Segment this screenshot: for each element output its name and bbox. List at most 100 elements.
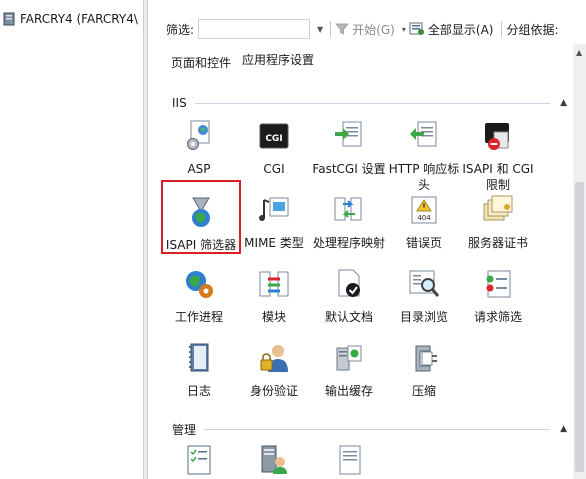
feature-isapi-filters-label: ISAPI 筛选器 (165, 238, 237, 252)
scroll-up-icon[interactable]: ▲ (576, 48, 582, 57)
fastcgi-icon (335, 121, 362, 147)
mime-icon (259, 197, 289, 221)
cgi-icon-text: CGI (265, 134, 282, 144)
feature-logging-label: 日志 (186, 384, 211, 398)
feature-page-controls-label: 页面和控件 (170, 56, 231, 70)
feature-fastcgi-label: FastCGI 设置 (312, 162, 386, 176)
show-all-icon (409, 22, 424, 35)
feature-app-settings-label: 应用程序设置 (241, 53, 314, 67)
group-divider (204, 428, 551, 430)
filter-dropdown-icon[interactable]: ▼ (317, 25, 323, 34)
features-pane: 筛选: ▼ 开始(G) ▾ 全部显示(A) 分组依据: 页面和控件 应用程序设置… (160, 0, 586, 479)
start-button[interactable]: 开始(G) (335, 21, 395, 38)
tree-node-server[interactable]: FARCRY4 (FARCRY4\ (2, 10, 142, 28)
toolbar-separator (501, 21, 503, 37)
features-view: 页面和控件 应用程序设置 IIS ▲ ASP CGI CGI FastCGI 设… (160, 44, 573, 479)
tree-node-server-label: FARCRY4 (FARCRY4\ (20, 12, 138, 26)
feature-output-cache[interactable]: 输出缓存 (311, 342, 387, 399)
server-icon (3, 12, 15, 26)
feature-server-certs[interactable]: 服务器证书 (460, 194, 536, 251)
feature-default-doc[interactable]: 默认文档 (311, 268, 387, 325)
start-dropdown-icon[interactable]: ▾ (402, 25, 406, 34)
feature-default-doc-label: 默认文档 (324, 310, 373, 324)
pane-splitter[interactable] (143, 0, 148, 479)
show-all-button[interactable]: 全部显示(A) (409, 21, 494, 38)
page-controls-icon (185, 44, 217, 48)
feature-compression[interactable]: 压缩 (386, 342, 462, 399)
group-by-label: 分组依据: (506, 22, 559, 37)
shared-configuration-icon (339, 445, 361, 475)
feature-error-pages-label: 错误页 (405, 236, 442, 250)
toolbar-separator (330, 21, 332, 37)
feature-modules-label: 模块 (261, 310, 286, 324)
compression-icon (415, 345, 437, 372)
feature-logging[interactable]: 日志 (161, 342, 237, 399)
authentication-icon (260, 345, 288, 372)
asp-icon (187, 120, 210, 150)
feature-fastcgi[interactable]: FastCGI 设置 (311, 120, 387, 177)
feature-app-settings[interactable]: 应用程序设置 (240, 44, 316, 68)
feature-asp-label: ASP (187, 162, 211, 176)
feature-asp[interactable]: ASP (161, 120, 237, 177)
group-title-management: 管理 (172, 422, 197, 437)
feature-isapi-filters[interactable]: ISAPI 筛选器 (161, 180, 241, 254)
worker-processes-icon (186, 271, 213, 298)
funnel-icon (335, 23, 350, 35)
feature-dir-browse-label: 目录浏览 (399, 310, 448, 324)
feature-shared-config[interactable] (311, 444, 387, 479)
feature-modules[interactable]: 模块 (236, 268, 312, 325)
directory-browsing-icon (409, 270, 440, 297)
feature-worker-processes-label: 工作进程 (174, 310, 223, 324)
scrollbar-thumb[interactable] (575, 182, 584, 472)
collapse-icon[interactable]: ▲ (560, 98, 567, 108)
feature-auth[interactable]: 身份验证 (236, 342, 312, 399)
certificate-icon (483, 195, 513, 221)
vertical-scrollbar[interactable]: ▲ (573, 44, 586, 479)
output-caching-icon (336, 345, 362, 371)
group-title-iis: IIS (172, 96, 187, 110)
start-button-label: 开始(G) (352, 22, 395, 37)
feature-mime[interactable]: MIME 类型 (236, 194, 312, 251)
feature-config-editor[interactable] (161, 444, 237, 479)
default-document-icon (338, 269, 360, 297)
feature-http-headers-label: HTTP 响应标头 (388, 162, 460, 192)
feature-cgi[interactable]: CGI CGI (236, 120, 312, 177)
feature-compression-label: 压缩 (411, 384, 436, 398)
filter-input[interactable] (198, 19, 311, 39)
error-pages-icon: 404 (411, 196, 437, 224)
show-all-label: 全部显示(A) (427, 22, 494, 37)
isapi-filters-icon (192, 197, 210, 227)
group-divider (194, 102, 551, 104)
error-code-text: 404 (417, 214, 431, 222)
feature-request-filter[interactable]: 请求筛选 (460, 268, 536, 325)
http-headers-icon (410, 121, 437, 147)
feature-handlers[interactable]: 处理程序映射 (311, 194, 387, 251)
feature-isapi-cgi[interactable]: ISAPI 和 CGI 限制 (460, 120, 536, 193)
modules-icon (259, 271, 289, 297)
group-header-iis[interactable]: IIS ▲ (172, 96, 567, 110)
configuration-editor-icon (187, 445, 211, 475)
feature-page-controls[interactable]: 页面和控件 (163, 44, 239, 71)
feature-feature-delegation[interactable] (236, 444, 312, 479)
feature-handlers-label: 处理程序映射 (312, 236, 385, 250)
request-filtering-icon (486, 270, 511, 298)
feature-worker-processes[interactable]: 工作进程 (161, 268, 237, 325)
handler-mappings-icon (334, 197, 362, 221)
isapi-cgi-icon (485, 123, 509, 150)
feature-output-cache-label: 输出缓存 (324, 384, 373, 398)
feature-dir-browse[interactable]: 目录浏览 (386, 268, 462, 325)
group-header-management[interactable]: 管理 ▲ (172, 422, 567, 437)
cgi-icon: CGI (259, 123, 289, 149)
collapse-icon[interactable]: ▲ (560, 424, 567, 434)
feature-http-headers[interactable]: HTTP 响应标头 (386, 120, 462, 193)
filter-toolbar: 筛选: ▼ 开始(G) ▾ 全部显示(A) 分组依据: (160, 14, 586, 44)
feature-error-pages[interactable]: 404 错误页 (386, 194, 462, 251)
feature-cgi-label: CGI (263, 162, 285, 176)
feature-isapi-cgi-label: ISAPI 和 CGI 限制 (462, 162, 534, 192)
filter-label: 筛选: (166, 22, 195, 37)
feature-server-certs-label: 服务器证书 (467, 236, 528, 250)
feature-request-filter-label: 请求筛选 (473, 310, 522, 324)
connections-tree: FARCRY4 (FARCRY4\ (0, 0, 143, 479)
feature-mime-label: MIME 类型 (244, 236, 304, 250)
logging-icon (189, 343, 209, 372)
